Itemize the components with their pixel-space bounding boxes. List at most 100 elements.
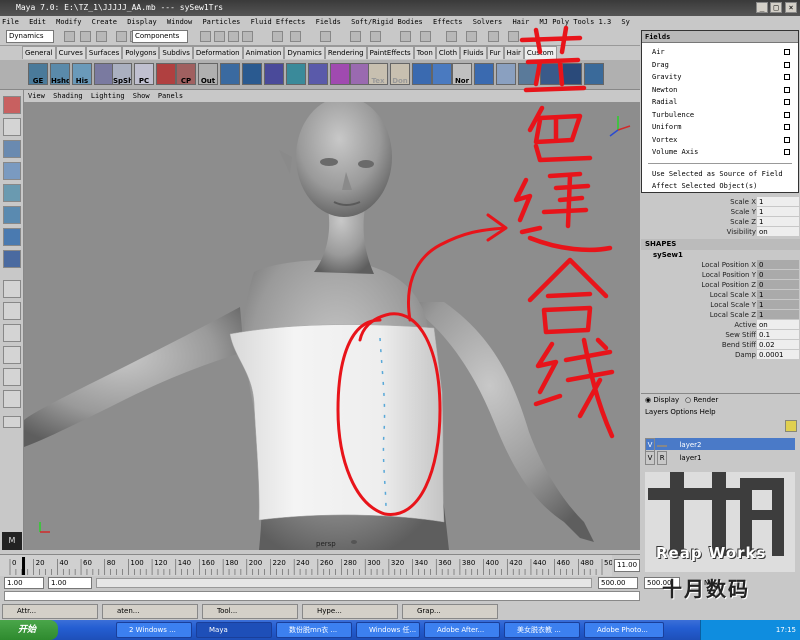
shelf-button-nor[interactable]: Nor <box>452 63 472 85</box>
shelf-button-hshd[interactable]: Hshd <box>50 63 70 85</box>
tab-toon[interactable]: Toon <box>413 46 436 59</box>
render-globals-icon[interactable] <box>420 31 431 42</box>
shelf-tool-icon[interactable] <box>94 63 114 85</box>
field-drag[interactable]: Drag <box>642 59 798 72</box>
panel-menu-lighting[interactable]: Lighting <box>91 92 125 100</box>
task-tutorial[interactable]: 美女脱衣教 ... <box>504 622 580 638</box>
menu-particles[interactable]: Particles <box>202 18 240 26</box>
move-tool-icon[interactable] <box>3 140 21 158</box>
minimized-attribute-editor[interactable]: Attr... <box>2 604 98 619</box>
layout-persp-graph-icon[interactable] <box>3 346 21 364</box>
new-layer-icon[interactable] <box>785 420 797 432</box>
shelf-grid-icon[interactable] <box>220 63 240 85</box>
lasso-tool-icon[interactable] <box>3 118 21 136</box>
task-windows-explorer[interactable]: 2 Windows ... <box>116 622 192 638</box>
rotate-tool-icon[interactable] <box>3 162 21 180</box>
panel-menu-view[interactable]: View <box>28 92 45 100</box>
use-selected-as-source[interactable]: Use Selected as Source of Field <box>642 168 798 181</box>
tab-hair[interactable]: Hair <box>503 46 524 59</box>
tab-deformation[interactable]: Deformation <box>192 46 243 59</box>
layout-four-icon[interactable] <box>3 302 21 320</box>
field-radial[interactable]: Radial <box>642 96 798 109</box>
minimized-tool-settings[interactable]: Tool... <box>202 604 298 619</box>
display-radio[interactable]: ◉ Display <box>645 396 679 404</box>
selection-mode-field[interactable]: Components <box>132 30 188 43</box>
tab-fur[interactable]: Fur <box>486 46 504 59</box>
menu-effects[interactable]: Effects <box>433 18 463 26</box>
task-windows-task-manager[interactable]: Windows 任... <box>356 622 420 638</box>
render-current-icon[interactable] <box>370 31 381 42</box>
tab-fluids[interactable]: Fluids <box>460 46 487 59</box>
menu-edit[interactable]: Edit <box>29 18 46 26</box>
soft-mod-tool-icon[interactable] <box>3 228 21 246</box>
field-vortex[interactable]: Vortex <box>642 134 798 147</box>
layer-menu-help[interactable]: Help <box>700 408 716 416</box>
start-button[interactable]: 开始 <box>0 620 58 640</box>
layout-outliner-icon[interactable] <box>3 368 21 386</box>
time-slider[interactable]: 0 20 40 60 80 100 120 140 160 180 200 220 240 260 280 3… <box>0 554 640 577</box>
layout-menu-icon[interactable] <box>3 416 21 428</box>
record-icon[interactable] <box>290 31 301 42</box>
clapper-icon[interactable] <box>488 31 499 42</box>
shelf-cube-icon[interactable] <box>264 63 284 85</box>
perspective-viewport[interactable]: persp <box>24 102 640 550</box>
task-after-effects[interactable]: Adobe After... <box>424 622 500 638</box>
menu-window[interactable]: Window <box>167 18 192 26</box>
construction-history-icon[interactable] <box>320 31 331 42</box>
menu-modify[interactable]: Modify <box>56 18 81 26</box>
current-frame-field[interactable]: 11.00 <box>614 559 640 572</box>
shelf-cloth-icon[interactable] <box>584 63 604 85</box>
shelf-brush-icon[interactable] <box>350 63 370 85</box>
menu-solvers[interactable]: Solvers <box>473 18 503 26</box>
layer-row-layer2[interactable]: V layer2 <box>645 438 795 452</box>
shelf-bucket-icon[interactable] <box>474 63 494 85</box>
manipulator-tool-icon[interactable] <box>3 206 21 224</box>
maximize-button[interactable]: □ <box>770 2 782 13</box>
shelf-paint-icon[interactable] <box>330 63 350 85</box>
shelf-button-out[interactable]: Out <box>198 63 218 85</box>
minimized-attribute-window[interactable]: aten... <box>102 604 198 619</box>
menu-create[interactable]: Create <box>92 18 117 26</box>
playback-end-field[interactable]: 500.00 <box>598 577 638 589</box>
field-gravity[interactable]: Gravity <box>642 71 798 84</box>
layer-menu-layers[interactable]: Layers <box>645 408 668 416</box>
menu-mj-poly-tools[interactable]: MJ Poly Tools 1.3 <box>540 18 612 26</box>
panel-menu-shading[interactable]: Shading <box>53 92 83 100</box>
tab-custom[interactable]: Custom <box>523 46 557 59</box>
new-scene-icon[interactable] <box>64 31 75 42</box>
menu-fields[interactable]: Fields <box>316 18 341 26</box>
tab-dynamics[interactable]: Dynamics <box>284 46 325 59</box>
tab-painteffects[interactable]: PaintEffects <box>366 46 414 59</box>
start-time-field[interactable]: 1.00 <box>4 577 44 589</box>
menu-file[interactable]: File <box>2 18 19 26</box>
shelf-grid3-icon[interactable] <box>432 63 452 85</box>
menu-set-dropdown[interactable]: Dynamics <box>6 30 54 43</box>
shelf-box-icon[interactable] <box>496 63 516 85</box>
shape-node-name[interactable]: sySew1 <box>641 250 800 260</box>
range-slider-bar[interactable] <box>96 578 592 588</box>
affect-selected-objects[interactable]: Affect Selected Object(s) <box>642 180 798 193</box>
close-button[interactable]: × <box>785 2 797 13</box>
tab-rendering[interactable]: Rendering <box>324 46 367 59</box>
tab-cloth[interactable]: Cloth <box>435 46 461 59</box>
paint-icon[interactable] <box>466 31 477 42</box>
menu-hair[interactable]: Hair <box>512 18 529 26</box>
shelf-plane-icon[interactable] <box>562 63 582 85</box>
minimized-graph-editor[interactable]: Grap... <box>402 604 498 619</box>
tab-subdivs[interactable]: Subdivs <box>159 46 193 59</box>
playback-start-field[interactable]: 1.00 <box>48 577 92 589</box>
tab-curves[interactable]: Curves <box>55 46 86 59</box>
render-view-icon[interactable] <box>350 31 361 42</box>
shelf-lattice-icon[interactable] <box>412 63 432 85</box>
shelf-mesh-icon[interactable] <box>286 63 306 85</box>
stop-icon[interactable] <box>272 31 283 42</box>
shelf-magnet-icon[interactable] <box>156 63 176 85</box>
save-scene-icon[interactable] <box>96 31 107 42</box>
minimize-button[interactable]: _ <box>756 2 768 13</box>
layer-menu-options[interactable]: Options <box>670 408 697 416</box>
field-newton[interactable]: Newton <box>642 84 798 97</box>
shelf-button-tex[interactable]: Tex <box>368 63 388 85</box>
menu-fluid-effects[interactable]: Fluid Effects <box>251 18 306 26</box>
shelf-button-ge[interactable]: GE <box>28 63 48 85</box>
snap-surface-icon[interactable] <box>242 31 253 42</box>
